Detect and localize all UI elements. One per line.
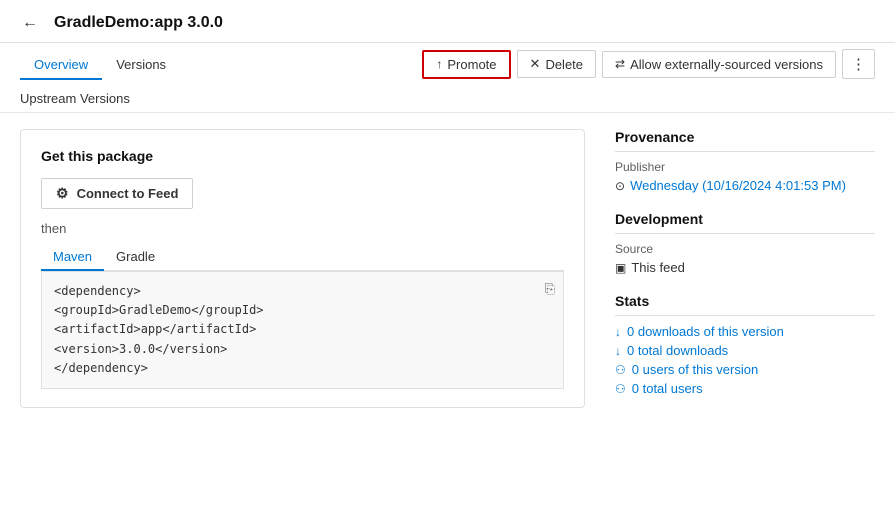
stats-section: Stats ↓ 0 downloads of this version ↓ 0 … — [615, 293, 875, 396]
stats-title: Stats — [615, 293, 875, 316]
allow-label: Allow externally-sourced versions — [630, 57, 823, 72]
promote-button[interactable]: ↑ Promote — [422, 50, 510, 79]
tab-gradle[interactable]: Gradle — [104, 244, 167, 271]
users-icon-1: ⚇ — [615, 363, 626, 377]
promote-icon: ↑ — [436, 57, 442, 71]
code-block: ⎘ <dependency> <groupId>GradleDemo</grou… — [41, 271, 564, 389]
source-value: ▣ This feed — [615, 260, 875, 275]
publisher-value: ⊙ Wednesday (10/16/2024 4:01:53 PM) — [615, 178, 875, 193]
page-title: GradleDemo:app 3.0.0 — [54, 14, 223, 32]
provenance-section: Provenance Publisher ⊙ Wednesday (10/16/… — [615, 129, 875, 193]
stat-total-downloads: ↓ 0 total downloads — [615, 343, 875, 358]
development-title: Development — [615, 211, 875, 234]
delete-label: Delete — [545, 57, 583, 72]
right-panel: Provenance Publisher ⊙ Wednesday (10/16/… — [615, 129, 875, 414]
code-tabs: Maven Gradle — [41, 244, 564, 271]
connect-icon: ⚙ — [56, 185, 69, 202]
stat-label-4: 0 total users — [632, 381, 703, 396]
tab-versions[interactable]: Versions — [102, 49, 180, 80]
code-content: <dependency> <groupId>GradleDemo</groupI… — [54, 282, 551, 378]
stat-total-users: ⚇ 0 total users — [615, 381, 875, 396]
tabs-toolbar-row: Overview Versions ↑ Promote ✕ Delete ⇄ A… — [0, 43, 895, 85]
tab-maven[interactable]: Maven — [41, 244, 104, 271]
publisher-label: Publisher — [615, 160, 875, 174]
connect-label: Connect to Feed — [77, 186, 179, 201]
allow-externally-button[interactable]: ⇄ Allow externally-sourced versions — [602, 51, 836, 78]
stat-downloads-version: ↓ 0 downloads of this version — [615, 324, 875, 339]
upstream-versions-label: Upstream Versions — [20, 91, 130, 106]
source-text: This feed — [631, 260, 684, 275]
tab-overview[interactable]: Overview — [20, 49, 102, 80]
feed-icon: ▣ — [615, 261, 626, 275]
promote-label: Promote — [447, 57, 496, 72]
top-bar: ← GradleDemo:app 3.0.0 — [0, 0, 895, 43]
back-button[interactable]: ← — [16, 12, 44, 34]
sub-nav: Upstream Versions — [0, 85, 895, 113]
stat-label-3: 0 users of this version — [632, 362, 758, 377]
stat-label-1: 0 downloads of this version — [627, 324, 784, 339]
download-icon-1: ↓ — [615, 325, 621, 339]
users-icon-2: ⚇ — [615, 382, 626, 396]
provenance-title: Provenance — [615, 129, 875, 152]
connect-to-feed-button[interactable]: ⚙ Connect to Feed — [41, 178, 193, 209]
then-label: then — [41, 221, 564, 236]
copy-icon[interactable]: ⎘ — [545, 280, 555, 301]
main-content: Get this package ⚙ Connect to Feed then … — [0, 113, 895, 430]
delete-icon: ✕ — [530, 56, 541, 72]
publisher-date: Wednesday (10/16/2024 4:01:53 PM) — [630, 178, 846, 193]
toolbar: ↑ Promote ✕ Delete ⇄ Allow externally-so… — [422, 49, 875, 79]
stat-label-2: 0 total downloads — [627, 343, 728, 358]
tabs-container: Overview Versions — [20, 49, 180, 79]
delete-button[interactable]: ✕ Delete — [517, 50, 596, 78]
allow-icon: ⇄ — [615, 57, 625, 71]
card-title: Get this package — [41, 148, 564, 164]
clock-icon: ⊙ — [615, 179, 625, 193]
left-panel: Get this package ⚙ Connect to Feed then … — [20, 129, 585, 414]
stat-users-version: ⚇ 0 users of this version — [615, 362, 875, 377]
download-icon-2: ↓ — [615, 344, 621, 358]
source-label: Source — [615, 242, 875, 256]
package-card: Get this package ⚙ Connect to Feed then … — [20, 129, 585, 408]
development-section: Development Source ▣ This feed — [615, 211, 875, 275]
more-options-button[interactable]: ⋮ — [842, 49, 875, 79]
